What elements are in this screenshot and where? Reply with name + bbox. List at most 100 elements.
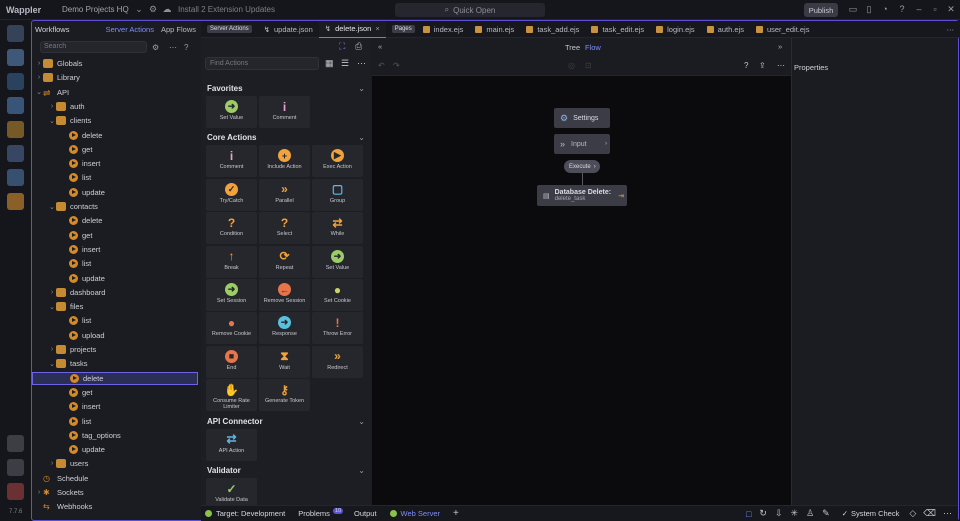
chevron-right-icon[interactable]: › — [48, 103, 56, 110]
chevron-down-icon[interactable]: ⌄ — [132, 4, 146, 15]
chevron-down-icon[interactable]: ⌄ — [48, 203, 56, 211]
undo-icon[interactable]: ↶ — [378, 61, 385, 70]
workflows-icon[interactable] — [7, 49, 24, 66]
palette-section-header[interactable]: API Connector ⌄ — [207, 417, 365, 426]
action-tile[interactable]: ! Throw Error — [312, 312, 363, 345]
grid-view-icon[interactable]: ▦ — [325, 58, 334, 69]
page-tab[interactable]: task_edit.ejs — [585, 21, 650, 38]
action-tile[interactable]: ⚷ Generate Token — [259, 379, 310, 412]
action-tile[interactable]: ← Remove Session — [259, 279, 310, 311]
tree-action-item[interactable]: update — [32, 186, 198, 199]
tree-folder-item[interactable]: › users — [32, 457, 198, 470]
tree-folder-item[interactable]: ⌄ tasks — [32, 357, 198, 370]
action-tile[interactable]: ➜ Set Value — [312, 245, 363, 278]
minimize-icon[interactable]: – — [912, 4, 926, 14]
target-selector[interactable]: Target: Development — [205, 509, 285, 518]
export-icon[interactable]: ⇪ — [759, 61, 766, 70]
page-tab[interactable]: user_edit.ejs — [750, 21, 816, 38]
tab-server-actions[interactable]: Server Actions — [106, 25, 154, 34]
tree-folder-item[interactable]: ⌄ clients — [32, 114, 198, 127]
tree-action-item[interactable]: insert — [32, 400, 198, 413]
tree-action-item[interactable]: insert — [32, 243, 198, 256]
tree-action-item[interactable]: update — [32, 443, 198, 456]
tree-action-item[interactable]: list — [32, 415, 198, 428]
action-tile[interactable]: ➜ Set Value — [206, 96, 257, 128]
close-icon[interactable]: × — [375, 24, 379, 33]
chevron-down-icon[interactable]: ⌄ — [358, 133, 365, 142]
help-icon[interactable]: ? — [895, 4, 909, 14]
more-icon[interactable]: ⋯ — [943, 508, 952, 519]
pages-icon[interactable] — [7, 25, 24, 42]
action-tile[interactable]: » Redirect — [312, 345, 363, 378]
action-tile[interactable]: ✓ Try/Catch — [206, 178, 257, 211]
extension-updates-link[interactable]: Install 2 Extension Updates — [178, 5, 275, 14]
action-tile[interactable]: ➜ Response — [259, 312, 310, 345]
more-icon[interactable]: ⋯ — [777, 61, 785, 70]
tree-action-item[interactable]: list — [32, 171, 198, 184]
tree-action-item[interactable]: list — [32, 257, 198, 270]
download-icon[interactable]: ⇩ — [775, 508, 783, 519]
tree-folder-item[interactable]: › dashboard — [32, 286, 198, 299]
fit-icon[interactable]: ⊡ — [585, 61, 592, 70]
action-tile[interactable]: ● Set Cookie — [312, 279, 363, 311]
app-connect-icon[interactable] — [7, 73, 24, 90]
bug-icon[interactable]: ✳ — [791, 508, 799, 519]
chevron-down-icon[interactable]: ⌄ — [48, 360, 56, 368]
layout-icon[interactable]: ▭ — [846, 4, 860, 15]
action-tile[interactable]: ⇄ API Action — [206, 428, 257, 461]
action-tile[interactable]: ⧗ Wait — [259, 345, 310, 378]
action-tile[interactable]: ⇄ While — [312, 212, 363, 245]
action-tile[interactable]: ↑ Break — [206, 245, 257, 278]
execute-node[interactable]: Execute › — [564, 160, 600, 173]
tree-action-item[interactable]: get — [32, 386, 198, 399]
chevron-down-icon[interactable]: ⌄ — [35, 88, 43, 96]
collapse-right-icon[interactable]: » — [778, 42, 782, 51]
more-icon[interactable]: ⋯ — [357, 58, 366, 69]
tree-folder-item[interactable]: ⌄ files — [32, 300, 198, 313]
system-check-button[interactable]: ✓ System Check — [842, 509, 900, 518]
action-tile[interactable]: ▢ Group — [312, 178, 363, 211]
tree-folder-item[interactable]: › Globals — [32, 57, 198, 70]
page-tab[interactable]: login.ejs — [650, 21, 701, 38]
action-tile[interactable]: » Parallel — [259, 178, 310, 211]
page-tab[interactable]: main.ejs — [469, 21, 520, 38]
chevron-down-icon[interactable]: ⌄ — [358, 417, 365, 426]
hierarchy-icon[interactable]: ⛶ — [339, 41, 345, 52]
tree-action-item[interactable]: get — [32, 143, 198, 156]
feedback-icon[interactable] — [7, 483, 24, 500]
redo-icon[interactable]: ↷ — [393, 61, 400, 70]
more-icon[interactable]: ⋯ — [169, 43, 177, 52]
action-tile[interactable]: ⟳ Repeat — [259, 245, 310, 278]
layers-icon[interactable] — [7, 169, 24, 186]
chevron-right-icon[interactable]: › — [48, 460, 56, 467]
palette-section-header[interactable]: Validator ⌄ — [207, 466, 365, 475]
project-selector[interactable]: Demo Projects HQ — [62, 5, 132, 14]
add-icon[interactable]: + — [453, 508, 459, 519]
page-tab[interactable]: index.ejs — [417, 21, 470, 38]
tab-delete-json[interactable]: ↯ delete.json × — [318, 20, 386, 38]
palette-section-header[interactable]: Favorites ⌄ — [207, 84, 365, 93]
page-tab[interactable]: auth.ejs — [701, 21, 750, 38]
palette-section-header[interactable]: Core Actions ⌄ — [207, 133, 365, 142]
more-icon[interactable]: ⋯ — [947, 25, 955, 34]
chevron-right-icon[interactable]: › — [48, 289, 56, 296]
quick-open-button[interactable]: ⌕ Quick Open — [395, 3, 545, 17]
refresh-icon[interactable]: ↻ — [759, 508, 767, 519]
tree-action-item[interactable]: upload — [32, 329, 198, 342]
action-tile[interactable]: + Include Action — [259, 145, 310, 178]
tree-action-item[interactable]: tag_options — [32, 429, 198, 442]
chevron-down-icon[interactable]: ⌄ — [358, 84, 365, 93]
page-tab[interactable]: task_add.ejs — [520, 21, 585, 38]
action-tile[interactable]: ? Condition — [206, 212, 257, 245]
action-tile[interactable]: ■ End — [206, 345, 257, 378]
ai-assistant-icon[interactable] — [7, 193, 24, 210]
problems-button[interactable]: Problems 10 — [298, 507, 344, 518]
input-node[interactable]: » Input › — [554, 134, 610, 154]
publish-button[interactable]: Publish — [804, 3, 838, 17]
web-server-button[interactable]: Web Server — [389, 509, 440, 518]
security-icon[interactable] — [7, 121, 24, 138]
thumbs-up-icon[interactable]: ♙ — [806, 508, 814, 519]
chevron-right-icon[interactable]: › — [35, 489, 43, 496]
action-tile[interactable]: i Comment — [259, 96, 310, 128]
gear-icon[interactable]: ⚙ — [146, 4, 160, 15]
